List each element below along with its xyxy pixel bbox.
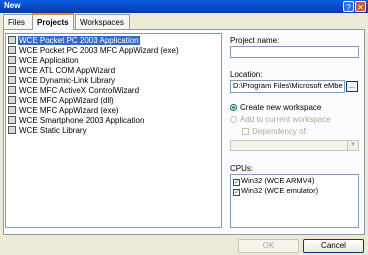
- close-icon[interactable]: ✕: [355, 1, 366, 12]
- dependency-label: Dependency of:: [252, 127, 309, 136]
- tab-projects[interactable]: Projects: [32, 13, 74, 30]
- help-icon[interactable]: ?: [343, 1, 354, 12]
- list-item[interactable]: WCE Smartphone 2003 Application: [8, 116, 145, 126]
- project-name-label: Project name:: [230, 36, 280, 45]
- wce-project-icon: [8, 36, 16, 44]
- list-item[interactable]: WCE Static Library: [8, 126, 88, 136]
- cancel-button[interactable]: Cancel: [303, 239, 364, 253]
- title-bar: New ? ✕: [0, 0, 368, 13]
- dependency-dropdown[interactable]: ▼: [230, 140, 359, 151]
- ok-button[interactable]: OK: [238, 239, 299, 253]
- location-label: Location:: [230, 70, 263, 79]
- cpus-label: CPUs:: [230, 164, 254, 173]
- list-item[interactable]: WCE MFC ActiveX ControlWizard: [8, 86, 140, 96]
- wce-project-icon: [8, 56, 16, 64]
- wce-project-icon: [8, 76, 16, 84]
- list-item[interactable]: WCE Pocket PC 2003 Application: [8, 36, 140, 46]
- wce-project-icon: [8, 96, 16, 104]
- project-type-list[interactable]: WCE Pocket PC 2003 Application WCE Pocke…: [5, 33, 222, 228]
- list-item[interactable]: WCE Dynamic-Link Library: [8, 76, 116, 86]
- list-item[interactable]: WCE Application: [8, 56, 80, 66]
- browse-button[interactable]: ...: [346, 81, 358, 92]
- create-new-workspace-radio[interactable]: [230, 104, 237, 111]
- wce-project-icon: [8, 116, 16, 124]
- create-new-workspace-label: Create new workspace: [240, 103, 322, 112]
- wce-project-icon: [8, 86, 16, 94]
- dependency-checkbox[interactable]: [242, 128, 249, 135]
- chevron-down-icon[interactable]: ▼: [347, 141, 358, 150]
- list-item[interactable]: WCE Pocket PC 2003 MFC AppWizard (exe): [8, 46, 180, 56]
- wce-project-icon: [8, 106, 16, 114]
- list-item[interactable]: WCE ATL COM AppWizard: [8, 66, 116, 76]
- wce-project-icon: [8, 126, 16, 134]
- checkbox-checked-icon[interactable]: ✓: [233, 189, 240, 196]
- project-name-input[interactable]: [230, 46, 359, 58]
- cpu-list[interactable]: ✓Win32 (WCE ARMV4) ✓Win32 (WCE emulator): [230, 174, 359, 228]
- checkbox-checked-icon[interactable]: ✓: [233, 179, 240, 186]
- add-to-current-workspace-label: Add to current workspace: [240, 115, 331, 124]
- list-item[interactable]: WCE MFC AppWizard (exe): [8, 106, 120, 116]
- location-input[interactable]: D:\Program Files\Microsoft eMbe: [230, 80, 345, 93]
- add-to-current-workspace-radio[interactable]: [230, 116, 237, 123]
- list-item[interactable]: WCE MFC AppWizard (dll): [8, 96, 115, 106]
- tab-files[interactable]: Files: [3, 14, 33, 29]
- window-title: New: [4, 1, 21, 10]
- tab-workspaces[interactable]: Workspaces: [75, 14, 130, 29]
- cpu-item[interactable]: ✓Win32 (WCE emulator): [233, 186, 318, 196]
- wce-project-icon: [8, 46, 16, 54]
- wce-project-icon: [8, 66, 16, 74]
- cpu-item[interactable]: ✓Win32 (WCE ARMV4): [233, 176, 314, 186]
